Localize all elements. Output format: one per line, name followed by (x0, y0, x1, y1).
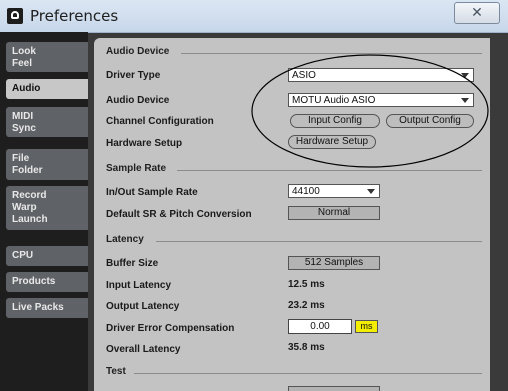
buffer-size-label: Buffer Size (106, 258, 159, 269)
driver-error-unit-badge: ms (355, 320, 378, 333)
driver-type-value: ASIO (292, 70, 316, 81)
tab-label: File (12, 153, 30, 164)
tab-products[interactable]: Products (6, 272, 88, 292)
section-divider (134, 373, 482, 374)
output-latency-value: 23.2 ms (288, 300, 325, 311)
chevron-down-icon (461, 98, 469, 103)
hardware-setup-button[interactable]: Hardware Setup (288, 135, 376, 149)
tab-label: MIDI (12, 111, 34, 122)
close-button[interactable]: ✕ (454, 2, 500, 24)
tab-label: Feel (12, 58, 33, 69)
section-title-sample-rate: Sample Rate (106, 163, 167, 174)
buffer-size-select[interactable]: 512 Samples (288, 256, 380, 270)
default-sr-pitch-conversion-select[interactable]: Normal (288, 206, 380, 220)
sample-rate-value: 44100 (292, 186, 320, 197)
input-config-button[interactable]: Input Config (290, 114, 380, 128)
section-divider (177, 170, 482, 171)
tab-label: Folder (12, 165, 43, 176)
tab-live-packs[interactable]: Live Packs (6, 298, 88, 318)
output-config-button[interactable]: Output Config (386, 114, 474, 128)
section-title-latency: Latency (106, 234, 144, 245)
test-control-partial[interactable] (288, 386, 380, 391)
in-out-sample-rate-select[interactable]: 44100 (288, 184, 380, 198)
tab-look-feel[interactable]: Look Feel (6, 42, 88, 72)
tab-label: CPU (12, 250, 34, 261)
tab-label: Warp (12, 202, 37, 213)
hardware-setup-label: Hardware Setup (106, 138, 183, 149)
chevron-down-icon (461, 73, 469, 78)
tab-label: Launch (12, 214, 48, 225)
in-out-sample-rate-label: In/Out Sample Rate (106, 187, 198, 198)
chevron-down-icon (367, 189, 375, 194)
title-bar: Preferences ✕ (0, 0, 508, 33)
tab-label: Live Packs (12, 302, 64, 313)
input-latency-label: Input Latency (106, 280, 172, 291)
tab-label: Sync (12, 123, 36, 134)
tab-file-folder[interactable]: File Folder (6, 149, 88, 180)
tab-label: Products (12, 276, 56, 287)
driver-type-label: Driver Type (106, 70, 161, 81)
window-title: Preferences (30, 7, 119, 25)
section-title-test: Test (106, 366, 126, 377)
input-latency-value: 12.5 ms (288, 279, 325, 290)
tab-audio[interactable]: Audio (6, 79, 88, 99)
audio-device-select[interactable]: MOTU Audio ASIO (288, 93, 474, 107)
preferences-window: Preferences ✕ Look Feel Audio MIDI Sync … (0, 0, 508, 391)
driver-type-select[interactable]: ASIO (288, 68, 474, 82)
output-latency-label: Output Latency (106, 301, 180, 312)
overall-latency-value: 35.8 ms (288, 342, 325, 353)
driver-error-compensation-input[interactable]: 0.00 (288, 319, 352, 334)
tab-record-warp-launch[interactable]: Record Warp Launch (6, 186, 88, 230)
audio-preferences-panel: Audio Device Driver Type ASIO Audio Devi… (94, 38, 490, 391)
audio-device-value: MOTU Audio ASIO (292, 95, 376, 106)
section-divider (181, 53, 482, 54)
preferences-sidebar: Look Feel Audio MIDI Sync File Folder Re… (0, 32, 88, 391)
tab-label: Audio (12, 83, 41, 94)
section-title-audio-device: Audio Device (106, 46, 170, 57)
ableton-live-icon (7, 8, 23, 24)
default-sr-pitch-conversion-label: Default SR & Pitch Conversion (106, 209, 252, 220)
tab-label: Look (12, 46, 36, 57)
tab-cpu[interactable]: CPU (6, 246, 88, 266)
tab-midi-sync[interactable]: MIDI Sync (6, 107, 88, 137)
channel-configuration-label: Channel Configuration (106, 116, 214, 127)
audio-device-label: Audio Device (106, 95, 170, 106)
driver-error-compensation-label: Driver Error Compensation (106, 323, 235, 334)
overall-latency-label: Overall Latency (106, 344, 181, 355)
section-divider (156, 241, 482, 242)
tab-label: Record (12, 190, 47, 201)
